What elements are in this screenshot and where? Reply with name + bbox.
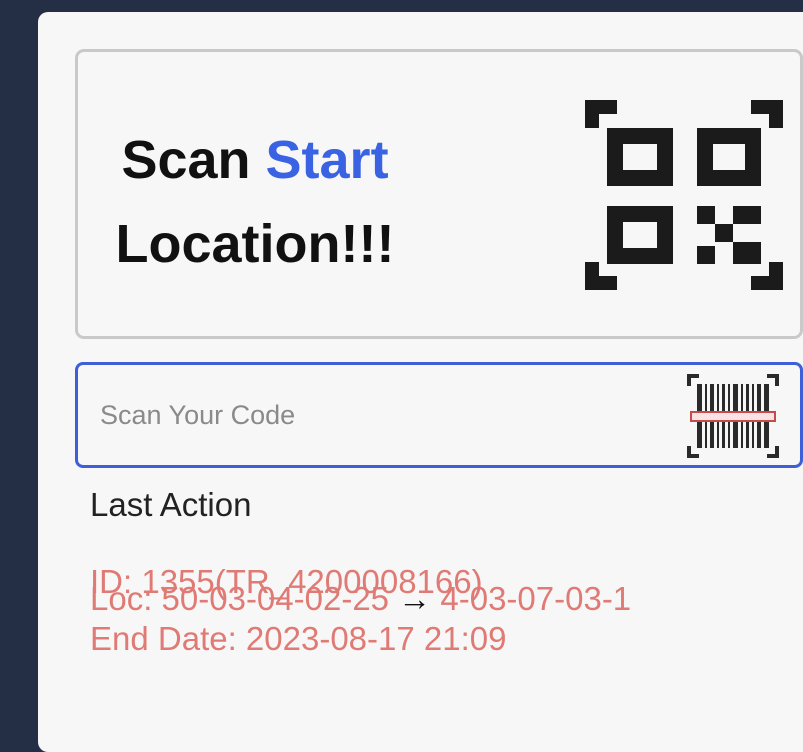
qr-code-icon bbox=[585, 100, 783, 290]
arrow-right-icon: → bbox=[398, 580, 432, 617]
last-action-label: Last Action bbox=[90, 486, 252, 523]
scan-title-accent: Start bbox=[265, 130, 389, 190]
scan-code-field[interactable] bbox=[75, 362, 803, 468]
scan-title-prefix: Scan bbox=[121, 130, 266, 190]
scan-code-input[interactable] bbox=[100, 389, 660, 441]
scan-title: Scan Start Location!!! bbox=[100, 118, 410, 286]
location-to: 4-03-07-03-1 bbox=[440, 580, 632, 617]
last-action-location: Loc: 50-03-04-02-25 → 4-03-07-03-1 bbox=[90, 580, 631, 618]
last-action-end-date: End Date: 2023-08-17 21:09 bbox=[90, 620, 507, 657]
scan-title-suffix: Location!!! bbox=[115, 214, 395, 274]
barcode-scanner-icon[interactable] bbox=[683, 370, 783, 462]
location-from: Loc: 50-03-04-02-25 bbox=[90, 580, 390, 617]
